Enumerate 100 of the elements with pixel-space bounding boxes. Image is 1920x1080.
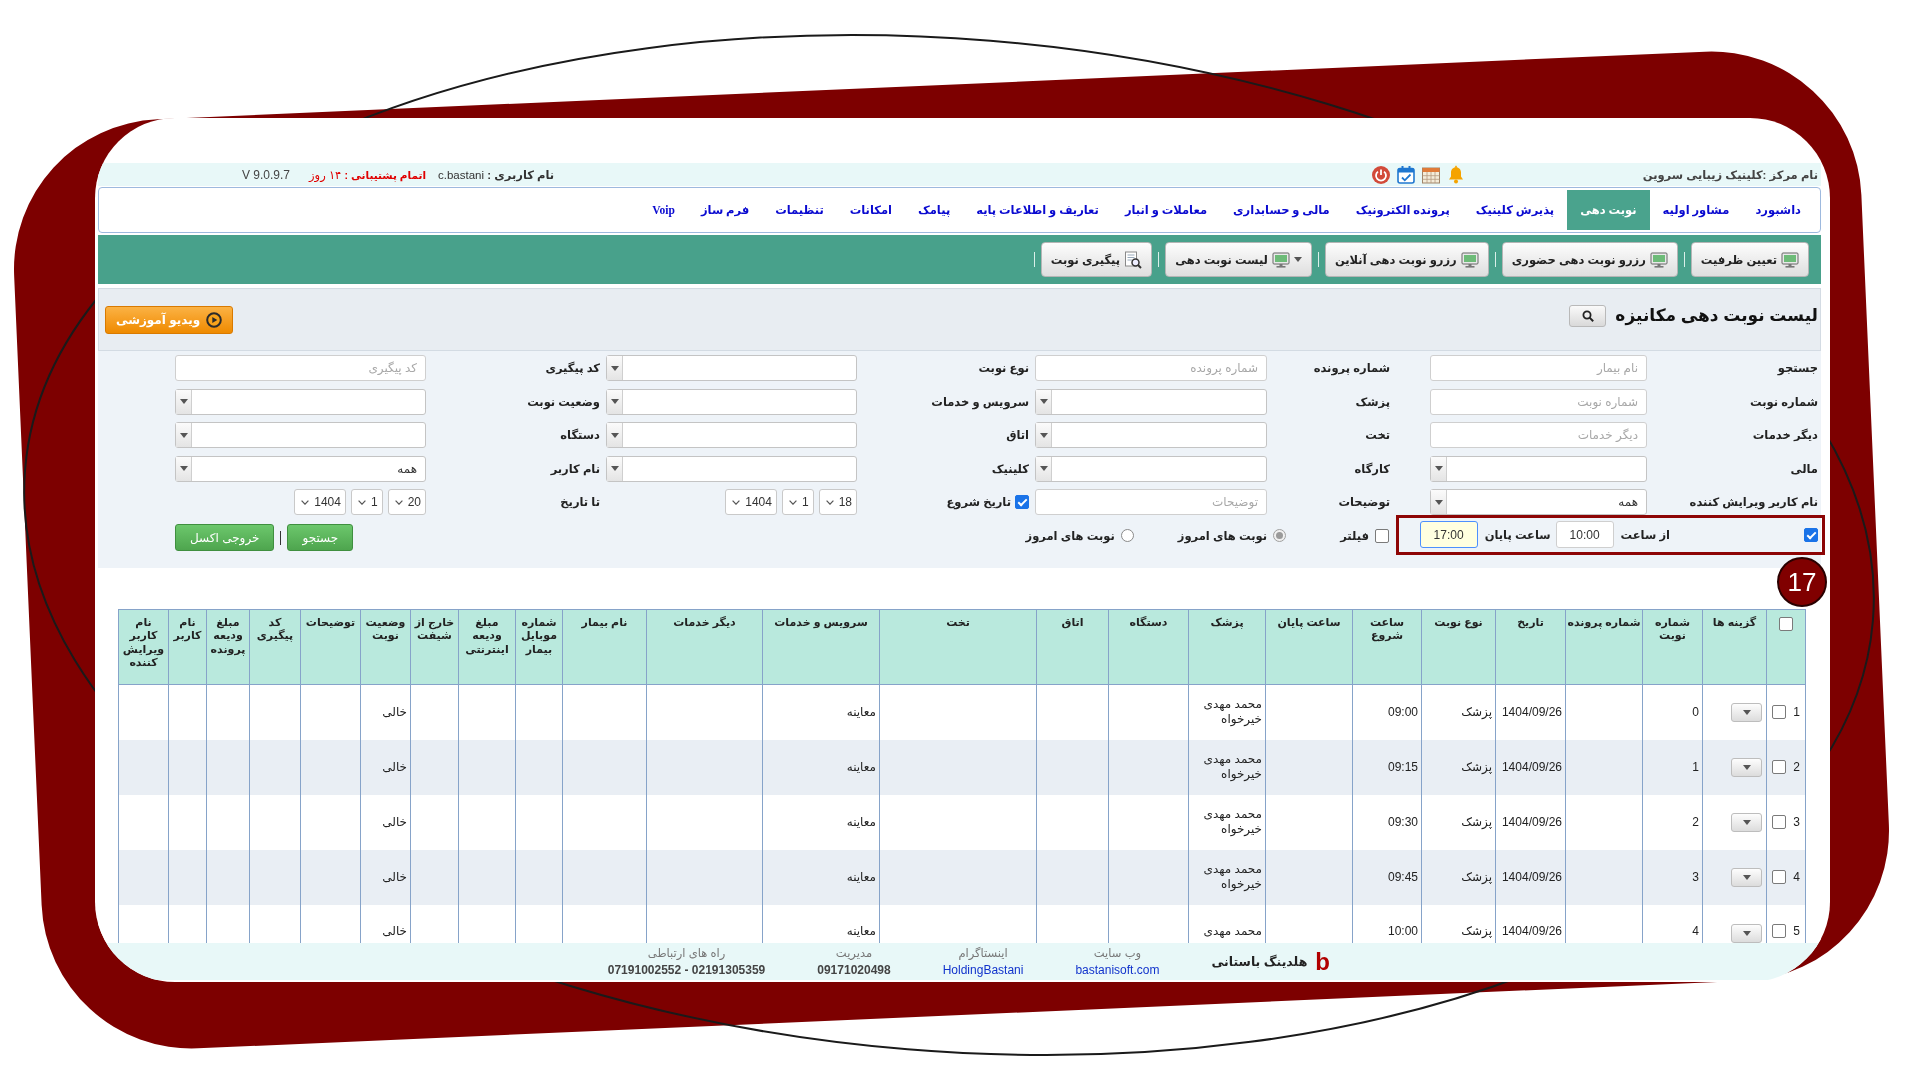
table-cell: 1 [1642,739,1703,795]
nav-tab[interactable]: پذیرش کلینیک [1462,190,1568,230]
field-label: شماره پرونده [1313,361,1390,375]
contact-link[interactable]: HoldingBastani [942,963,1024,977]
input-field[interactable]: دیگر خدمات [1430,422,1647,448]
dropdown-field[interactable]: 18 [818,489,857,515]
input-field[interactable]: شماره پرونده [1035,355,1267,381]
dropdown-field[interactable] [1430,455,1647,482]
row-number: 1 [1793,704,1800,720]
column-header: تخت [879,609,1037,685]
row-options-button[interactable] [1731,867,1762,887]
dropdown-field[interactable] [606,455,857,482]
field-label: تخت [1365,428,1390,442]
input-field[interactable]: توضیحات [1035,489,1267,515]
toolbar-button[interactable]: تعیین ظرفیت [1690,242,1809,277]
column-header: ساعت شروع [1352,609,1422,685]
radio-button[interactable] [1120,529,1134,542]
table-cell: 2 [1642,794,1703,850]
table-cell: پزشک [1421,739,1496,795]
nav-tab[interactable]: مالی و حسابداری [1220,190,1343,230]
dropdown-field[interactable] [1035,455,1267,482]
nav-tab[interactable]: معاملات و انبار [1111,190,1221,230]
nav-tab[interactable]: تنظیمات [762,190,837,230]
field-label: شماره نوبت [1750,394,1818,409]
caret-icon [1742,709,1751,715]
toolbar-button[interactable]: رزرو نوبت دهی آنلاین [1324,242,1489,277]
nav-tab[interactable]: امکانات [836,190,905,230]
dropdown-field[interactable] [1035,388,1267,415]
dropdown-field[interactable] [606,422,857,448]
toolbar-button[interactable]: پیگیری نوبت [1040,242,1153,277]
column-header: کد پیگیری [249,609,301,685]
field-label: تاریخ شروع [946,495,1011,509]
input-field[interactable]: نام بیمار [1430,355,1647,381]
input-field[interactable]: کد پیگیری [175,355,426,381]
support-expiry-label: اتمام پشتیبانی : ۱۴ روز [309,167,426,182]
dropdown-field[interactable] [606,388,857,415]
dropdown-field[interactable] [175,388,426,415]
row-checkbox[interactable] [1772,760,1787,774]
column-header: نام بیمار [562,609,647,685]
column-header: شماره پرونده [1565,609,1643,685]
contact-link[interactable]: bastanisoft.com [1075,963,1160,977]
field-label: وضعیت نوبت [527,394,600,409]
calendar-icon[interactable] [1421,164,1441,185]
calendar-check-icon[interactable] [1396,164,1416,185]
field-label: مالی [1790,461,1818,476]
toolbar-button[interactable]: لیست نوبت دهی [1165,242,1312,277]
dropdown-field[interactable] [175,422,426,448]
field-label: جستجو [1777,361,1818,375]
row-options-button[interactable] [1731,757,1762,777]
dropdown-field[interactable]: 20 [387,489,426,515]
caret-icon [607,389,623,414]
monitor-icon [1649,251,1668,268]
table-cell: خالی [360,739,411,795]
field-label: از ساعت [1620,527,1670,542]
row-checkbox[interactable] [1772,815,1787,829]
dropdown-field[interactable]: همه [175,455,426,482]
toolbar-button[interactable]: رزرو نوبت دهی حضوری [1501,242,1678,277]
table-cell: 1404/09/26 [1495,794,1566,850]
row-checkbox[interactable] [1772,924,1787,938]
input-field[interactable]: شماره نوبت [1430,388,1647,415]
checkbox[interactable] [1804,527,1818,542]
checkbox[interactable] [1015,495,1029,509]
column-header: خارج از شیفت [410,609,459,685]
checkbox[interactable] [1375,528,1389,543]
radio-button[interactable] [1273,529,1286,542]
power-icon[interactable] [1371,164,1391,185]
nav-tab[interactable]: داشبورد [1742,190,1814,230]
column-header: شماره موبایل بیمار [515,609,563,685]
column-header: دیگر خدمات [646,609,763,685]
nav-tab[interactable]: تعاریف و اطلاعات پایه [963,190,1112,230]
dropdown-field[interactable]: 1 [350,489,383,515]
dropdown-field[interactable] [1035,422,1267,448]
nav-tab[interactable]: مشاور اولیه [1649,190,1743,230]
contact-label: اینستاگرام [958,946,1008,960]
row-options-button[interactable] [1731,812,1762,832]
dropdown-field[interactable]: 1404 [725,489,777,515]
select-all-checkbox[interactable] [1779,617,1793,631]
row-checkbox[interactable] [1772,705,1787,720]
play-icon [206,311,223,328]
field-label: نوع نوبت [978,361,1029,375]
nav-tab[interactable]: پیامک [904,190,964,230]
caret-icon [607,356,623,380]
table-cell: معاینه [762,739,880,795]
time-field[interactable]: 17:00 [1419,521,1478,548]
row-checkbox[interactable] [1772,870,1787,884]
row-options-button[interactable] [1731,923,1762,943]
search-button[interactable] [1569,304,1607,327]
dropdown-field[interactable] [606,355,857,381]
dropdown-field[interactable]: 1404 [294,489,346,515]
nav-tab[interactable]: فرم ساز [687,190,763,230]
dropdown-field[interactable]: همه [1430,489,1647,515]
field-label: دیگر خدمات [1752,428,1818,442]
caret-icon [1036,423,1052,447]
time-field[interactable]: 10:00 [1555,521,1614,548]
dropdown-field[interactable]: 1 [781,489,814,515]
row-options-button[interactable] [1731,702,1762,722]
nav-tab[interactable]: Voip [639,190,688,230]
table-cell: محمد مهدی خیرخواه [1188,849,1266,905]
contact-label: راه های ارتباطی [647,946,726,960]
nav-tab[interactable]: پرونده الکترونیک [1342,190,1463,230]
